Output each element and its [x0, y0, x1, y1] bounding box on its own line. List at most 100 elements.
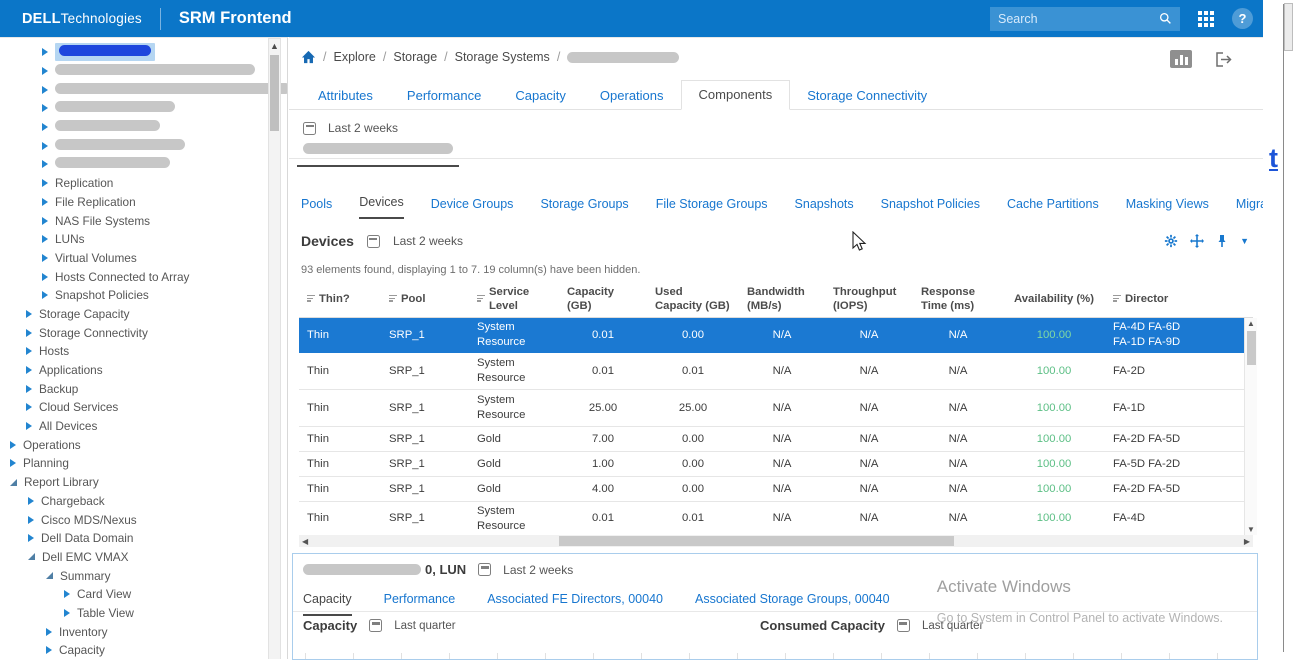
- sidebar-item-luns[interactable]: LUNs: [0, 230, 263, 249]
- table-row[interactable]: ThinSRP_1System Resource0.010.01N/AN/AN/…: [299, 502, 1253, 536]
- collapse-arrow-icon[interactable]: [46, 572, 53, 579]
- expand-arrow-icon[interactable]: [42, 104, 48, 112]
- tab-operations[interactable]: Operations: [583, 82, 681, 110]
- component-tab-file-storage-groups[interactable]: File Storage Groups: [656, 192, 768, 219]
- tab-components[interactable]: Components: [681, 80, 791, 110]
- sidebar-item-capacity[interactable]: Capacity: [0, 641, 263, 659]
- sidebar-item-planning[interactable]: Planning: [0, 454, 263, 473]
- calendar-icon[interactable]: [369, 619, 382, 632]
- scroll-up-icon[interactable]: ▲: [269, 41, 280, 51]
- sidebar-scrollbar[interactable]: ▲: [268, 38, 281, 659]
- column-header-director[interactable]: Director: [1105, 289, 1235, 309]
- sidebar-item-summary[interactable]: Summary: [0, 566, 263, 585]
- table-row[interactable]: ThinSRP_1Gold7.000.00N/AN/AN/A100.00FA-2…: [299, 427, 1253, 452]
- expand-arrow-icon[interactable]: [64, 609, 70, 617]
- help-icon[interactable]: ?: [1232, 8, 1253, 29]
- expand-arrow-icon[interactable]: [42, 123, 48, 131]
- breadcrumb-redacted-system[interactable]: [567, 52, 679, 63]
- sidebar-item-virtual-volumes[interactable]: Virtual Volumes: [0, 249, 263, 268]
- expand-arrow-icon[interactable]: [28, 497, 34, 505]
- settings-gear-icon[interactable]: [1164, 234, 1178, 248]
- expand-arrow-icon[interactable]: [26, 422, 32, 430]
- expand-arrow-icon[interactable]: [10, 441, 16, 449]
- expand-arrow-icon[interactable]: [46, 628, 52, 636]
- sidebar-item-redacted-0[interactable]: [0, 43, 263, 62]
- expand-arrow-icon[interactable]: [42, 142, 48, 150]
- table-row[interactable]: ThinSRP_1System Resource25.0025.00N/AN/A…: [299, 390, 1253, 427]
- column-header-throughput-iops[interactable]: Throughput (IOPS): [825, 282, 913, 316]
- expand-arrow-icon[interactable]: [26, 403, 32, 411]
- component-tab-cache-partitions[interactable]: Cache Partitions: [1007, 192, 1099, 219]
- exit-fullscreen-icon[interactable]: [1214, 51, 1235, 68]
- sidebar-item-cloud-services[interactable]: Cloud Services: [0, 398, 263, 417]
- expand-arrow-icon[interactable]: [28, 534, 34, 542]
- collapse-arrow-icon[interactable]: [28, 553, 35, 560]
- scroll-down-icon[interactable]: ▼: [1245, 525, 1257, 534]
- breadcrumb-storage-systems[interactable]: Storage Systems: [455, 50, 550, 64]
- scroll-left-icon[interactable]: ◀: [302, 535, 308, 547]
- sidebar-item-file-replication[interactable]: File Replication: [0, 193, 263, 212]
- more-options-caret-icon[interactable]: ▼: [1240, 236, 1249, 246]
- global-period-filter[interactable]: Last 2 weeks: [303, 121, 398, 135]
- sidebar-item-storage-connectivity[interactable]: Storage Connectivity: [0, 323, 263, 342]
- sidebar-item-inventory[interactable]: Inventory: [0, 622, 263, 641]
- app-launcher-icon[interactable]: [1198, 11, 1214, 27]
- expand-arrow-icon[interactable]: [26, 310, 32, 318]
- expand-arrow-icon[interactable]: [42, 179, 48, 187]
- sidebar-item-operations[interactable]: Operations: [0, 435, 263, 454]
- table-hscroll-thumb[interactable]: [559, 536, 954, 546]
- expand-arrow-icon[interactable]: [42, 86, 48, 94]
- expand-arrow-icon[interactable]: [42, 254, 48, 262]
- system-identifier-tab[interactable]: [297, 141, 459, 167]
- sidebar-item-dell-data-domain[interactable]: Dell Data Domain: [0, 529, 263, 548]
- tab-storage-connectivity[interactable]: Storage Connectivity: [790, 82, 944, 110]
- sidebar-scroll-thumb[interactable]: [270, 55, 279, 131]
- breadcrumb-explore[interactable]: Explore: [333, 50, 375, 64]
- sidebar-item-redacted-1[interactable]: [0, 62, 263, 81]
- filter-icon[interactable]: [389, 295, 397, 304]
- component-tab-device-groups[interactable]: Device Groups: [431, 192, 514, 219]
- sidebar-item-redacted-6[interactable]: [0, 155, 263, 174]
- table-vertical-scrollbar[interactable]: ▲ ▼: [1244, 318, 1257, 535]
- expand-arrow-icon[interactable]: [26, 347, 32, 355]
- expand-arrow-icon[interactable]: [42, 273, 48, 281]
- collapse-arrow-icon[interactable]: [10, 479, 17, 486]
- expand-arrow-icon[interactable]: [42, 48, 48, 56]
- column-header-thin[interactable]: Thin?: [299, 289, 381, 309]
- filter-icon[interactable]: [1113, 295, 1121, 304]
- search-box[interactable]: [990, 7, 1180, 31]
- sidebar-item-report-library[interactable]: Report Library: [0, 473, 263, 492]
- column-header-availability[interactable]: Availability (%): [1003, 289, 1105, 309]
- sidebar-item-hosts[interactable]: Hosts: [0, 342, 263, 361]
- expand-arrow-icon[interactable]: [42, 160, 48, 168]
- calendar-icon[interactable]: [367, 235, 380, 248]
- sidebar-item-cisco-mds-nexus[interactable]: Cisco MDS/Nexus: [0, 510, 263, 529]
- calendar-icon[interactable]: [897, 619, 910, 632]
- column-header-service-level[interactable]: Service Level: [469, 282, 559, 316]
- expand-arrow-icon[interactable]: [46, 646, 52, 654]
- filter-icon[interactable]: [307, 295, 315, 304]
- column-header-pool[interactable]: Pool: [381, 289, 469, 309]
- scroll-up-icon[interactable]: ▲: [1245, 319, 1257, 328]
- column-header-capacity-gb[interactable]: Capacity (GB): [559, 282, 647, 316]
- sidebar-item-redacted-3[interactable]: [0, 99, 263, 118]
- table-row[interactable]: ThinSRP_1Gold4.000.00N/AN/AN/A100.00FA-2…: [299, 477, 1253, 502]
- column-header-used-capacity-gb[interactable]: Used Capacity (GB): [647, 282, 739, 316]
- report-chart-icon[interactable]: [1170, 50, 1192, 68]
- expand-arrow-icon[interactable]: [26, 329, 32, 337]
- home-icon[interactable]: [301, 50, 316, 64]
- column-header-bandwidth-mb-s[interactable]: Bandwidth (MB/s): [739, 282, 825, 316]
- sidebar-item-dell-emc-vmax[interactable]: Dell EMC VMAX: [0, 548, 263, 567]
- move-icon[interactable]: [1190, 234, 1204, 248]
- expand-arrow-icon[interactable]: [42, 217, 48, 225]
- expand-arrow-icon[interactable]: [42, 198, 48, 206]
- sidebar-item-nas-file-systems[interactable]: NAS File Systems: [0, 211, 263, 230]
- component-tab-devices[interactable]: Devices: [359, 190, 403, 219]
- sidebar-item-redacted-2[interactable]: [0, 80, 263, 99]
- sidebar-item-hosts-connected-to-array[interactable]: Hosts Connected to Array: [0, 267, 263, 286]
- table-horizontal-scrollbar[interactable]: ◀ ▶: [299, 535, 1253, 547]
- sidebar-item-replication[interactable]: Replication: [0, 174, 263, 193]
- sidebar-item-redacted-4[interactable]: [0, 118, 263, 137]
- tab-capacity[interactable]: Capacity: [498, 82, 583, 110]
- table-row[interactable]: ThinSRP_1Gold1.000.00N/AN/AN/A100.00FA-5…: [299, 452, 1253, 477]
